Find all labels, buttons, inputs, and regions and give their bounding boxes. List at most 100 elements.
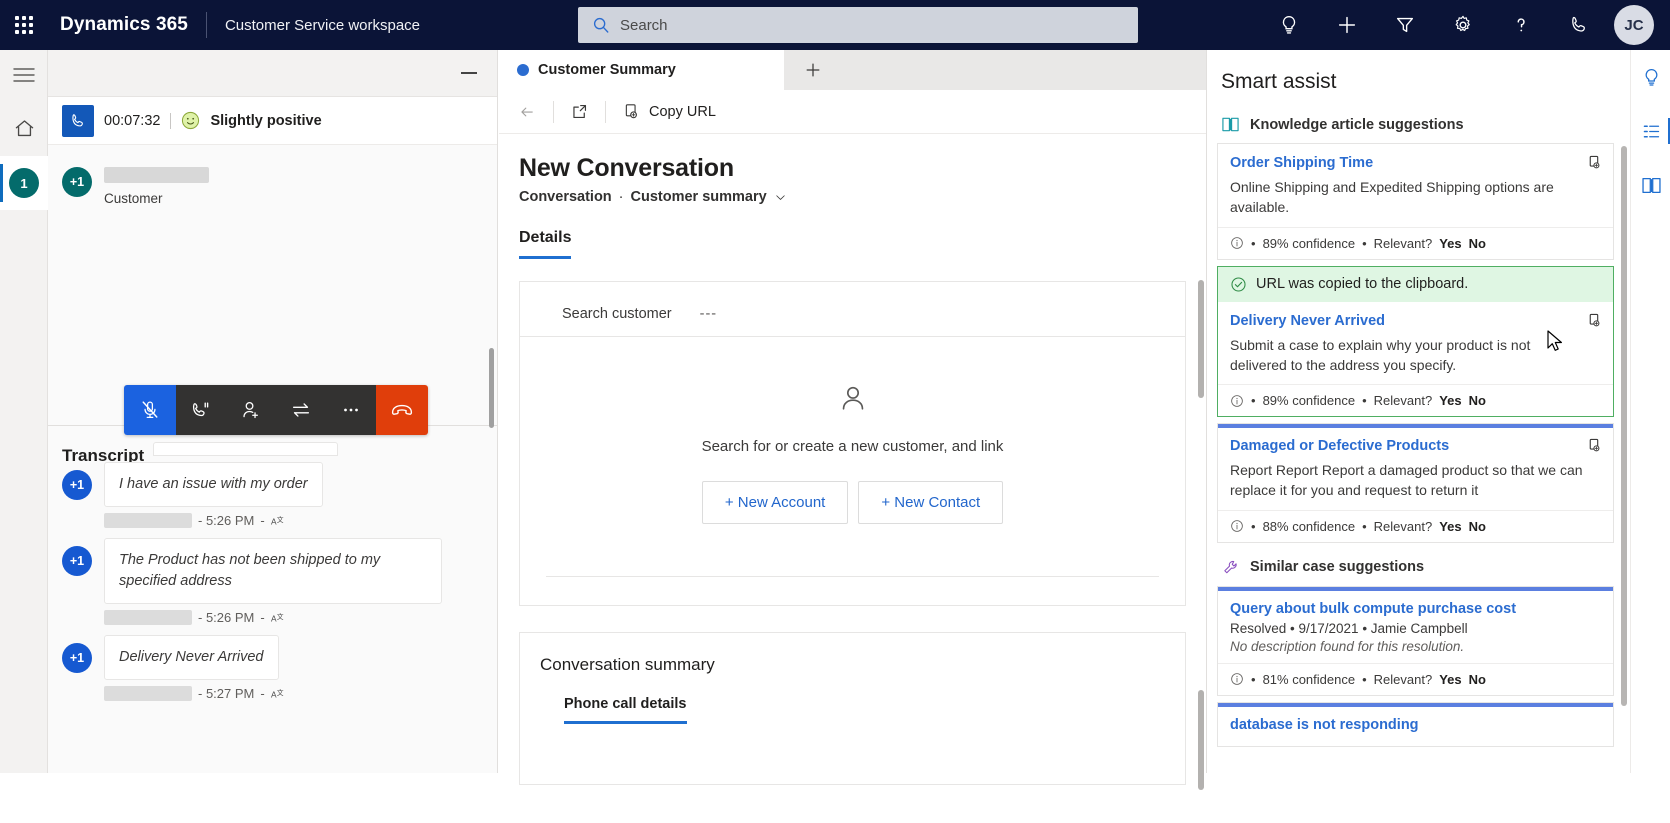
user-avatar[interactable]: JC bbox=[1614, 5, 1654, 45]
call-button[interactable] bbox=[1550, 0, 1608, 50]
svg-text:文: 文 bbox=[277, 611, 284, 620]
new-contact-button[interactable]: + New Contact bbox=[858, 481, 1004, 524]
plus-icon bbox=[1338, 16, 1356, 34]
copy-link-icon bbox=[1589, 313, 1600, 326]
search-customer-field-row[interactable]: Search customer --- bbox=[520, 282, 1185, 337]
similar-case-title[interactable]: Query about bulk compute purchase cost bbox=[1230, 601, 1546, 617]
search-input-placeholder: Search bbox=[620, 16, 668, 34]
new-account-button[interactable]: + New Account bbox=[701, 481, 849, 524]
new-record-button[interactable] bbox=[1318, 0, 1376, 50]
tab-customer-summary[interactable]: Customer Summary bbox=[499, 50, 784, 90]
main-scrollbar-thumb[interactable] bbox=[1198, 280, 1204, 398]
toast-message: URL was copied to the clipboard. bbox=[1256, 276, 1469, 293]
conversation-summary-title: Conversation summary bbox=[540, 655, 715, 674]
similar-case-card[interactable]: database is not responding bbox=[1217, 701, 1614, 747]
relevant-yes-button[interactable]: Yes bbox=[1439, 393, 1461, 408]
similar-case-body: Query about bulk compute purchase cost R… bbox=[1218, 587, 1613, 654]
sentiment-label: Slightly positive bbox=[210, 112, 322, 129]
sidebar-item-active-session[interactable]: 1 bbox=[0, 156, 48, 210]
transcript-speaker-redacted bbox=[104, 610, 192, 626]
copy-url-button[interactable]: Copy URL bbox=[612, 96, 726, 128]
relevant-yes-button[interactable]: Yes bbox=[1439, 236, 1461, 251]
confidence-score: 88% confidence bbox=[1262, 518, 1356, 534]
similar-case-description: No description found for this resolution… bbox=[1230, 638, 1465, 654]
popout-button[interactable] bbox=[560, 96, 599, 128]
microphone-muted-icon bbox=[142, 401, 158, 418]
knowledge-card-title[interactable]: Damaged or Defective Products bbox=[1230, 438, 1479, 454]
knowledge-card-title[interactable]: Delivery Never Arrived bbox=[1230, 313, 1415, 329]
home-session-button[interactable] bbox=[0, 100, 48, 156]
customer-empty-state: Search for or create a new customer, and… bbox=[520, 337, 1185, 558]
relevant-yes-button[interactable]: Yes bbox=[1439, 672, 1461, 687]
info-circle-icon[interactable] bbox=[1230, 672, 1244, 686]
transcript-message-meta: - 5:26 PM - A 文 bbox=[104, 604, 442, 629]
info-circle-icon[interactable] bbox=[1230, 519, 1244, 533]
bullet: • bbox=[1251, 671, 1256, 687]
gear-icon bbox=[1455, 15, 1470, 32]
relevant-no-button[interactable]: No bbox=[1469, 519, 1486, 534]
back-button[interactable] bbox=[507, 96, 547, 128]
transcript-scrollbar[interactable] bbox=[489, 348, 494, 428]
productivity-lightbulb-button[interactable] bbox=[1631, 50, 1670, 104]
settings-button[interactable] bbox=[1434, 0, 1492, 50]
relevant-no-button[interactable]: No bbox=[1469, 236, 1486, 251]
info-circle-icon[interactable] bbox=[1230, 236, 1244, 250]
insights-lightbulb-button[interactable] bbox=[1260, 0, 1318, 50]
smart-assist-scrollbar[interactable] bbox=[1621, 146, 1627, 706]
new-tab-button[interactable] bbox=[784, 50, 842, 90]
transcript-row: +1 I have an issue with my order - 5:26 … bbox=[48, 456, 497, 532]
translate-icon[interactable]: A 文 bbox=[271, 611, 286, 625]
main-scrollbar-thumb-lower[interactable] bbox=[1198, 690, 1204, 790]
copy-link-icon bbox=[625, 104, 637, 119]
transcript-row: +1 Delivery Never Arrived - 5:27 PM - A … bbox=[48, 629, 497, 705]
waffle-menu-button[interactable] bbox=[0, 0, 48, 50]
knowledge-search-button[interactable] bbox=[1631, 158, 1670, 212]
knowledge-card-footer: • 89% confidence • Relevant? Yes No bbox=[1218, 226, 1613, 259]
hamburger-menu-button[interactable] bbox=[0, 50, 48, 100]
help-button[interactable] bbox=[1492, 0, 1550, 50]
knowledge-card-description: Report Report Report a damaged product s… bbox=[1230, 462, 1583, 499]
translate-icon[interactable]: A 文 bbox=[271, 687, 286, 701]
copy-link-button[interactable] bbox=[1586, 154, 1603, 176]
create-customer-buttons: + New Account + New Contact bbox=[520, 481, 1185, 524]
chevron-down-icon[interactable] bbox=[774, 191, 787, 204]
tab-phone-call-details[interactable]: Phone call details bbox=[564, 696, 687, 724]
tab-details[interactable]: Details bbox=[519, 229, 572, 259]
smart-assist-title: Smart assist bbox=[1221, 70, 1337, 93]
similar-case-title[interactable]: database is not responding bbox=[1230, 717, 1449, 733]
transcript-meta-dash: - bbox=[260, 686, 265, 702]
similar-case-card[interactable]: Query about bulk compute purchase cost R… bbox=[1217, 585, 1614, 696]
tab-strip: Customer Summary bbox=[499, 50, 1206, 90]
copy-link-button[interactable] bbox=[1586, 437, 1603, 459]
copy-link-button[interactable] bbox=[1586, 312, 1603, 334]
translate-icon[interactable]: A 文 bbox=[271, 514, 286, 528]
page-title: New Conversation bbox=[519, 154, 734, 182]
info-circle-icon[interactable] bbox=[1230, 394, 1244, 408]
relevant-no-button[interactable]: No bbox=[1469, 393, 1486, 408]
knowledge-card-body: Damaged or Defective Products Report Rep… bbox=[1218, 424, 1613, 501]
check-circle-icon bbox=[1231, 277, 1246, 292]
call-control-panel: 00:07:32 Slightly positive +1 Customer T… bbox=[48, 50, 498, 773]
help-question-icon bbox=[1517, 18, 1525, 32]
knowledge-card-title[interactable]: Order Shipping Time bbox=[1230, 155, 1403, 171]
bullet: • bbox=[1251, 235, 1256, 251]
relevant-no-button[interactable]: No bbox=[1469, 672, 1486, 687]
knowledge-card-highlighted[interactable]: URL was copied to the clipboard. Deliver… bbox=[1217, 265, 1614, 418]
filter-button[interactable] bbox=[1376, 0, 1434, 50]
transcript-timestamp: - 5:26 PM bbox=[198, 610, 255, 626]
breadcrumb-form-name[interactable]: Customer summary bbox=[631, 189, 767, 205]
transcript-list[interactable]: +1 I have an issue with my order - 5:26 … bbox=[48, 420, 497, 823]
popout-icon bbox=[573, 104, 587, 119]
knowledge-card[interactable]: Order Shipping Time Online Shipping and … bbox=[1217, 143, 1614, 260]
agent-scripts-button[interactable] bbox=[1631, 104, 1670, 158]
slightly-positive-face-icon bbox=[182, 111, 200, 130]
knowledge-card[interactable]: Damaged or Defective Products Report Rep… bbox=[1217, 423, 1614, 543]
relevant-yes-button[interactable]: Yes bbox=[1439, 519, 1461, 534]
participant-name-redacted bbox=[104, 167, 209, 183]
minimize-panel-button[interactable] bbox=[455, 60, 483, 86]
transcript-message-meta: - 5:26 PM - A 文 bbox=[104, 507, 323, 532]
wrench-icon bbox=[1224, 560, 1237, 574]
similar-case-meta: Resolved • 9/17/2021 • Jamie Campbell bbox=[1230, 620, 1468, 636]
svg-text:文: 文 bbox=[277, 687, 284, 696]
global-search-box[interactable]: Search bbox=[578, 7, 1138, 43]
